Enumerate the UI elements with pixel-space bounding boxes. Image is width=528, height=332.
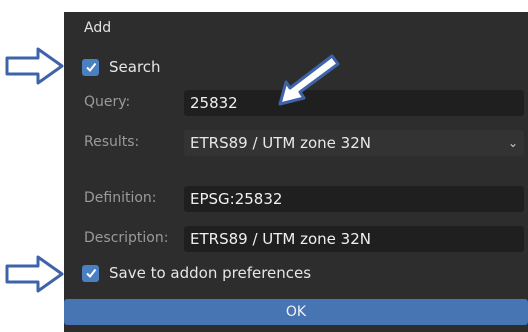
annotation-arrow-search-icon <box>5 47 64 85</box>
query-label: Query: <box>84 94 131 110</box>
save-preferences-label: Save to addon preferences <box>109 264 312 282</box>
search-checkbox[interactable] <box>82 58 99 76</box>
description-label: Description: <box>84 230 169 246</box>
check-icon <box>85 62 96 73</box>
ok-button[interactable]: OK <box>64 299 528 325</box>
query-input[interactable]: 25832 <box>184 90 524 116</box>
save-preferences-checkbox-row[interactable]: Save to addon preferences <box>82 264 311 282</box>
annotation-arrow-save-icon <box>5 255 64 293</box>
definition-field[interactable]: EPSG:25832 <box>184 186 524 212</box>
search-checkbox-label: Search <box>109 58 161 76</box>
search-checkbox-row[interactable]: Search <box>82 58 161 76</box>
definition-label: Definition: <box>84 190 157 206</box>
dialog-title: Add <box>84 20 112 36</box>
annotation-arrow-query-icon <box>278 54 340 106</box>
chevron-down-icon: ⌄ <box>507 136 518 150</box>
description-field[interactable]: ETRS89 / UTM zone 32N <box>184 226 524 252</box>
save-preferences-checkbox[interactable] <box>82 264 99 282</box>
check-icon <box>85 268 96 279</box>
results-dropdown[interactable]: ETRS89 / UTM zone 32N ⌄ <box>184 130 524 156</box>
results-label: Results: <box>84 134 140 150</box>
results-value: ETRS89 / UTM zone 32N <box>190 134 371 152</box>
